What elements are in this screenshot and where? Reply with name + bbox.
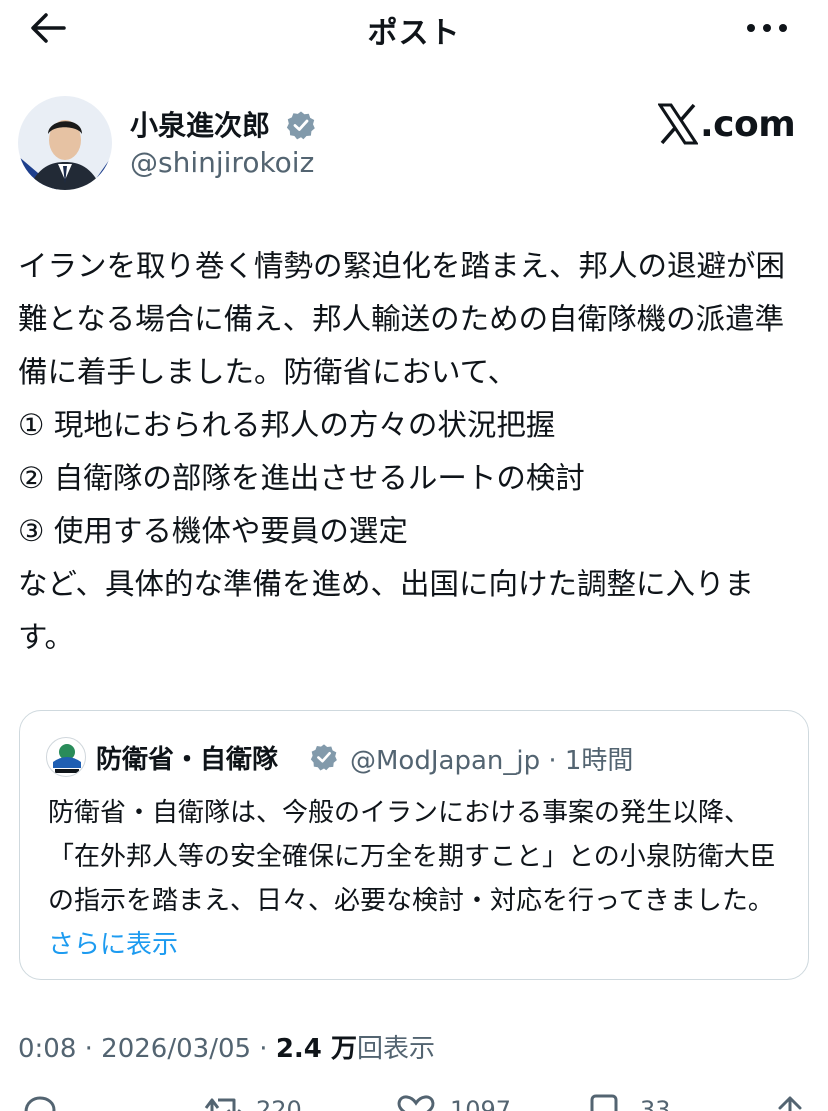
show-more-link[interactable]: さらに表示 [48,930,178,960]
quoted-tweet-card[interactable]: 防衛省・自衛隊 @ModJapan_jp · 1時間 防衛省・自衛隊は、今般のイ… [19,710,809,980]
post-datetime: 0:08 · 2026/03/05 · [18,1034,276,1064]
heart-icon [397,1095,435,1111]
reply-button[interactable] [18,1094,68,1111]
views-label: 回表示 [356,1034,435,1064]
post-meta: 0:08 · 2026/03/05 · 2.4 万回表示 [18,1028,435,1065]
more-horizontal-icon [747,24,787,32]
x-logo-icon [658,103,698,145]
bookmark-count: 33 [640,1096,671,1111]
more-button[interactable] [746,20,788,36]
author-row: 小泉進次郎 @shinjirokoiz .com [18,96,818,196]
avatar[interactable] [18,96,112,190]
ministry-emblem-icon [53,744,81,773]
avatar-photo [18,96,112,190]
like-count: 1097 [450,1096,512,1111]
page-title: ポスト [367,16,461,51]
action-bar: 220 1097 33 [0,1094,828,1111]
watermark-text: .com [700,104,796,145]
quote-avatar [46,737,86,777]
views-count[interactable]: 2.4 万 [276,1034,357,1064]
bookmark-button[interactable]: 33 [584,1094,704,1111]
top-bar: ポスト [0,0,828,58]
share-button[interactable] [770,1094,810,1111]
repost-button[interactable]: 220 [200,1094,330,1111]
quote-text: 防衛省・自衛隊は、今般のイランにおける事案の発生以降、「在外邦人等の安全確保に万… [48,798,776,916]
verified-badge-icon [286,111,315,140]
repost-icon [204,1098,242,1111]
reply-icon [24,1096,56,1111]
bookmark-icon [590,1094,618,1111]
quote-text-block: 防衛省・自衛隊は、今般のイランにおける事案の発生以降、「在外邦人等の安全確保に万… [48,791,788,967]
like-button[interactable]: 1097 [394,1094,534,1111]
quote-verified-badge-icon [310,744,337,771]
quote-author-name: 防衛省・自衛隊 [96,745,279,775]
quote-handle-time: @ModJapan_jp · 1時間 [350,746,634,776]
repost-count: 220 [256,1096,302,1111]
tweet-text: イランを取り巻く情勢の緊迫化を踏まえ、邦人の退避が困難となる場合に備え、邦人輸送… [18,249,786,654]
author-handle[interactable]: @shinjirokoiz [130,146,314,179]
author-name[interactable]: 小泉進次郎 [130,104,270,144]
share-icon [778,1096,802,1111]
